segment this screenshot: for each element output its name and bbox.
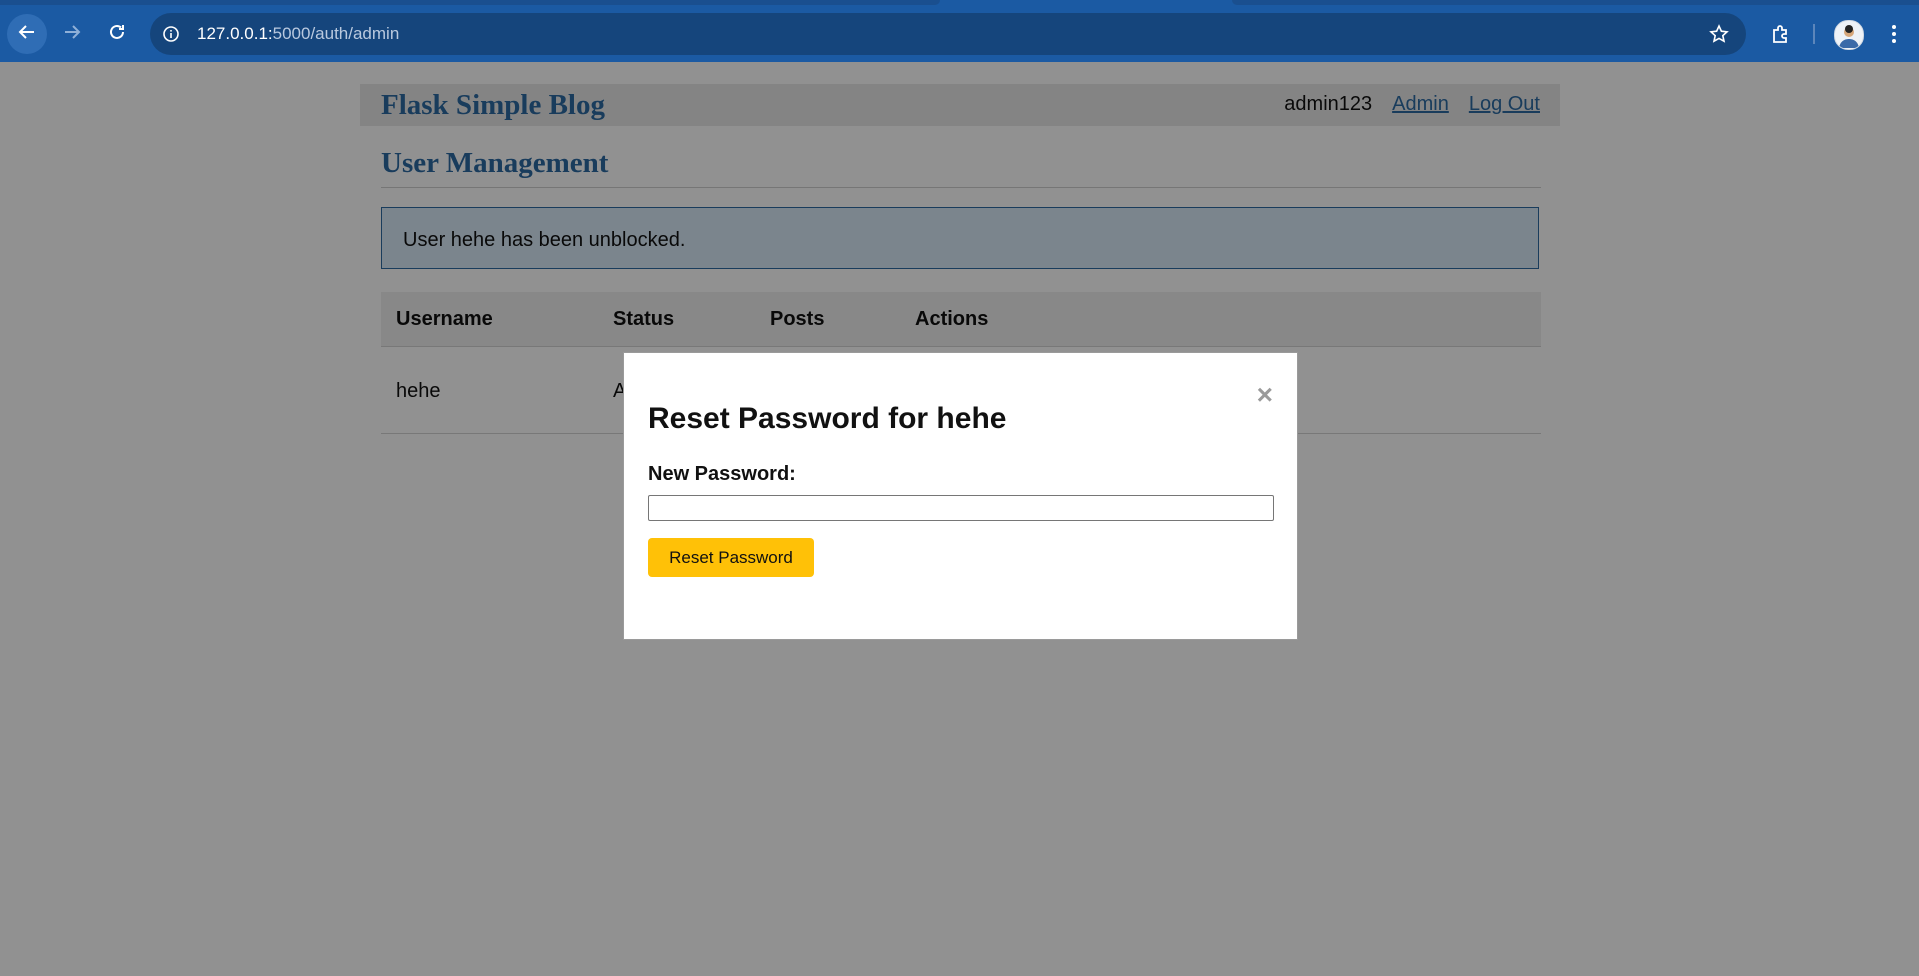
bookmark-star-icon[interactable] xyxy=(1708,23,1730,45)
url-text[interactable]: 127.0.0.1:5000/auth/admin xyxy=(197,24,399,44)
tab-strip-right xyxy=(1232,0,1919,5)
url-host: 127.0.0.1: xyxy=(197,24,273,43)
tab-strip-left xyxy=(0,0,940,5)
reset-password-button[interactable]: Reset Password xyxy=(648,538,814,577)
back-button[interactable] xyxy=(7,14,47,54)
address-bar[interactable]: 127.0.0.1:5000/auth/admin xyxy=(150,13,1746,55)
extensions-icon[interactable] xyxy=(1767,20,1795,48)
reload-icon xyxy=(108,23,126,46)
back-icon xyxy=(18,23,36,46)
toolbar-divider xyxy=(1813,24,1815,44)
url-path: 5000/auth/admin xyxy=(272,24,400,43)
reset-password-modal: × Reset Password for hehe New Password: … xyxy=(623,352,1298,640)
forward-icon xyxy=(63,23,81,46)
profile-avatar[interactable] xyxy=(1834,20,1864,50)
menu-kebab-icon[interactable] xyxy=(1880,20,1908,48)
close-icon[interactable]: × xyxy=(1257,381,1273,409)
site-info-icon[interactable] xyxy=(160,23,182,45)
new-password-label: New Password: xyxy=(648,463,796,485)
reload-button[interactable] xyxy=(97,14,137,54)
new-password-field[interactable] xyxy=(648,495,1274,521)
forward-button[interactable] xyxy=(52,14,92,54)
modal-title: Reset Password for hehe xyxy=(648,402,1007,435)
browser-toolbar: 127.0.0.1:5000/auth/admin xyxy=(0,0,1919,62)
